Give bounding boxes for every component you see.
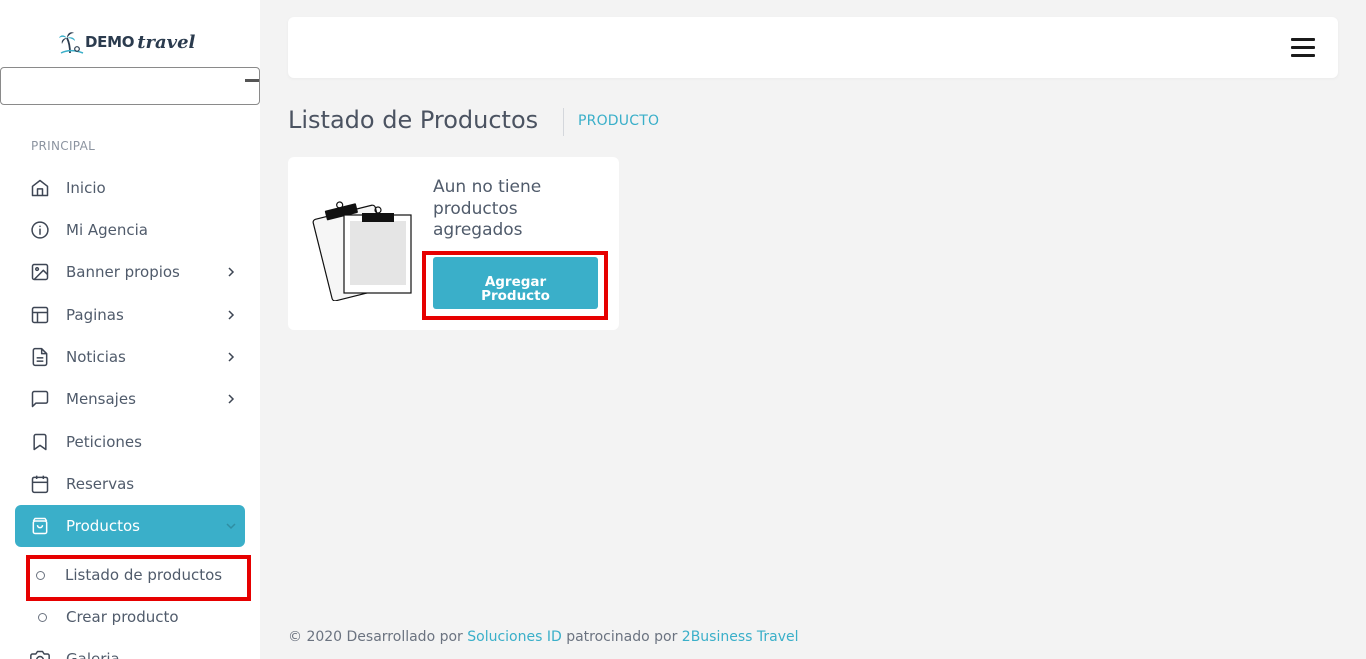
button-label-line: Agregar <box>484 274 547 290</box>
submenu-item-crear-producto[interactable]: Crear producto <box>26 597 250 637</box>
brand-logo[interactable]: DEMO travel <box>58 27 195 57</box>
agency-select[interactable] <box>0 67 260 105</box>
empty-message: Aun no tiene productos agregados <box>433 177 613 242</box>
footer-link-soluciones[interactable]: Soluciones ID <box>467 629 562 645</box>
footer-link-2business[interactable]: 2Business Travel <box>682 629 799 645</box>
chevron-down-icon <box>226 523 236 530</box>
sidebar-item-label: Paginas <box>66 306 124 324</box>
empty-message-line: productos <box>433 198 518 219</box>
sidebar-item-label: Banner propios <box>66 263 180 281</box>
add-product-button[interactable]: Agregar Producto <box>433 257 598 309</box>
chevron-right-icon <box>228 267 235 277</box>
chevron-right-icon <box>228 394 235 404</box>
section-label-principal: PRINCIPAL <box>31 139 96 153</box>
circle-bullet-icon <box>38 613 47 622</box>
layout-icon <box>31 306 49 324</box>
sidebar-item-label: Reservas <box>66 475 135 493</box>
sidebar-item-label: Mi Agencia <box>66 221 149 239</box>
sidebar-item-peticiones[interactable]: Peticiones <box>15 421 245 463</box>
shopping-bag-icon <box>32 517 48 535</box>
page-title: Listado de Productos <box>288 106 539 134</box>
message-icon <box>31 390 49 408</box>
footer: © 2020 Desarrollado por Soluciones ID pa… <box>288 629 799 645</box>
sidebar-item-productos[interactable]: Productos <box>15 505 245 547</box>
sidebar-item-label: Productos <box>66 517 140 535</box>
sidebar-item-noticias[interactable]: Noticias <box>15 336 245 378</box>
submenu-item-listado-productos[interactable]: Listado de productos <box>26 555 250 595</box>
sidebar-item-paginas[interactable]: Paginas <box>15 294 245 336</box>
title-divider <box>563 108 564 136</box>
sidebar-item-label: Inicio <box>66 179 106 197</box>
sidebar-item-inicio[interactable]: Inicio <box>15 167 245 209</box>
button-label-line: Producto <box>481 288 550 304</box>
clipboard-illustration-icon <box>312 201 412 301</box>
sidebar-item-label: Galeria <box>66 650 120 659</box>
chevron-right-icon <box>228 352 235 362</box>
calendar-icon <box>31 475 49 494</box>
sidebar-item-label: Mensajes <box>66 390 136 408</box>
empty-message-line: agregados <box>433 220 523 240</box>
hamburger-icon[interactable] <box>1291 38 1315 58</box>
submenu-item-label: Listado de productos <box>65 566 223 584</box>
file-text-icon <box>32 347 48 367</box>
info-icon <box>31 221 49 239</box>
top-bar <box>288 17 1338 78</box>
footer-text: © 2020 Desarrollado por <box>288 629 468 645</box>
empty-products-card: Aun no tiene productos agregados Agregar… <box>288 157 619 330</box>
sidebar-item-reservas[interactable]: Reservas <box>15 463 245 505</box>
sidebar-item-galeria[interactable]: Galeria <box>15 638 245 659</box>
footer-text: patrocinado por <box>561 629 682 645</box>
sidebar-item-banner-propios[interactable]: Banner propios <box>15 251 245 293</box>
sidebar-item-label: Peticiones <box>66 433 142 451</box>
image-icon <box>31 263 49 281</box>
select-arrow-icon <box>245 79 259 82</box>
logo-script: travel <box>137 31 196 53</box>
sidebar-item-mensajes[interactable]: Mensajes <box>15 378 245 420</box>
empty-message-line: Aun no tiene <box>433 177 542 197</box>
sidebar: DEMO travel PRINCIPAL Inicio Mi Agencia … <box>0 0 260 659</box>
camera-icon <box>30 650 50 659</box>
submenu-item-label: Crear producto <box>66 608 179 626</box>
palm-tree-icon <box>59 32 84 54</box>
bookmark-icon <box>33 433 47 451</box>
logo-text: DEMO <box>85 33 135 51</box>
breadcrumb[interactable]: PRODUCTO <box>578 113 659 129</box>
circle-bullet-icon <box>36 571 45 580</box>
sidebar-item-mi-agencia[interactable]: Mi Agencia <box>15 209 245 251</box>
chevron-right-icon <box>228 310 235 320</box>
home-icon <box>31 179 49 197</box>
sidebar-item-label: Noticias <box>66 348 126 366</box>
